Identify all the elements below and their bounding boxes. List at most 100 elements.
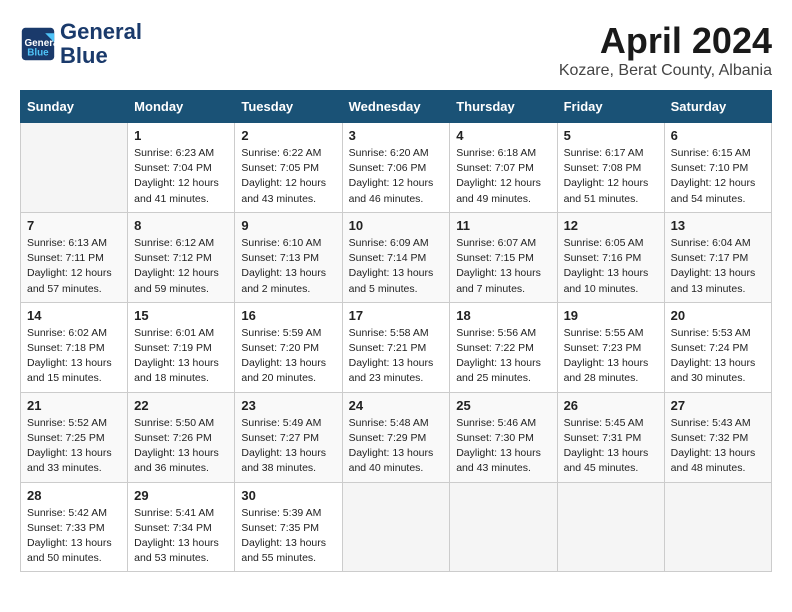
calendar-day-cell: 8 Sunrise: 6:12 AMSunset: 7:12 PMDaylight… (128, 212, 235, 302)
calendar-day-cell: 29 Sunrise: 5:41 AMSunset: 7:34 PMDayligh… (128, 482, 235, 572)
day-number: 24 (349, 398, 444, 413)
day-number: 30 (241, 488, 335, 503)
calendar-day-cell: 10 Sunrise: 6:09 AMSunset: 7:14 PMDayligh… (342, 212, 450, 302)
day-info: Sunrise: 5:43 AMSunset: 7:32 PMDaylight:… (671, 416, 765, 477)
day-number: 15 (134, 308, 228, 323)
page-header: General Blue General Blue April 2024 Koz… (20, 20, 772, 80)
calendar-day-cell: 5 Sunrise: 6:17 AMSunset: 7:08 PMDaylight… (557, 123, 664, 213)
day-info: Sunrise: 5:58 AMSunset: 7:21 PMDaylight:… (349, 326, 444, 387)
calendar-day-cell: 15 Sunrise: 6:01 AMSunset: 7:19 PMDayligh… (128, 302, 235, 392)
month-title: April 2024 (559, 20, 772, 62)
logo-icon: General Blue (20, 26, 56, 62)
day-number: 8 (134, 218, 228, 233)
day-info: Sunrise: 6:17 AMSunset: 7:08 PMDaylight:… (564, 146, 658, 207)
calendar-day-cell: 24 Sunrise: 5:48 AMSunset: 7:29 PMDayligh… (342, 392, 450, 482)
day-number: 10 (349, 218, 444, 233)
calendar-day-cell: 9 Sunrise: 6:10 AMSunset: 7:13 PMDaylight… (235, 212, 342, 302)
day-info: Sunrise: 5:52 AMSunset: 7:25 PMDaylight:… (27, 416, 121, 477)
day-number: 5 (564, 128, 658, 143)
title-area: April 2024 Kozare, Berat County, Albania (559, 20, 772, 80)
day-info: Sunrise: 6:15 AMSunset: 7:10 PMDaylight:… (671, 146, 765, 207)
calendar-table: SundayMondayTuesdayWednesdayThursdayFrid… (20, 90, 772, 572)
calendar-day-cell: 26 Sunrise: 5:45 AMSunset: 7:31 PMDayligh… (557, 392, 664, 482)
day-info: Sunrise: 6:10 AMSunset: 7:13 PMDaylight:… (241, 236, 335, 297)
day-info: Sunrise: 5:55 AMSunset: 7:23 PMDaylight:… (564, 326, 658, 387)
calendar-day-cell: 25 Sunrise: 5:46 AMSunset: 7:30 PMDayligh… (450, 392, 557, 482)
day-info: Sunrise: 6:18 AMSunset: 7:07 PMDaylight:… (456, 146, 550, 207)
calendar-day-cell: 19 Sunrise: 5:55 AMSunset: 7:23 PMDayligh… (557, 302, 664, 392)
day-number: 28 (27, 488, 121, 503)
day-info: Sunrise: 5:53 AMSunset: 7:24 PMDaylight:… (671, 326, 765, 387)
day-number: 29 (134, 488, 228, 503)
calendar-week-row: 28Sunrise: 5:42 AMSunset: 7:33 PMDayligh… (21, 482, 772, 572)
day-number: 13 (671, 218, 765, 233)
day-number: 2 (241, 128, 335, 143)
day-info: Sunrise: 6:01 AMSunset: 7:19 PMDaylight:… (134, 326, 228, 387)
weekday-header-monday: Monday (128, 91, 235, 123)
day-number: 26 (564, 398, 658, 413)
calendar-day-cell: 12 Sunrise: 6:05 AMSunset: 7:16 PMDayligh… (557, 212, 664, 302)
day-number: 21 (27, 398, 121, 413)
day-number: 22 (134, 398, 228, 413)
calendar-week-row: 14 Sunrise: 6:02 AMSunset: 7:18 PMDayligh… (21, 302, 772, 392)
logo: General Blue General Blue (20, 20, 142, 68)
day-number: 3 (349, 128, 444, 143)
calendar-week-row: 21 Sunrise: 5:52 AMSunset: 7:25 PMDayligh… (21, 392, 772, 482)
calendar-day-cell: 7 Sunrise: 6:13 AMSunset: 7:11 PMDaylight… (21, 212, 128, 302)
day-info: Sunrise: 5:50 AMSunset: 7:26 PMDaylight:… (134, 416, 228, 477)
location-title: Kozare, Berat County, Albania (559, 62, 772, 80)
day-info: Sunrise: 6:02 AMSunset: 7:18 PMDaylight:… (27, 326, 121, 387)
day-number: 7 (27, 218, 121, 233)
day-number: 6 (671, 128, 765, 143)
calendar-day-cell: 6 Sunrise: 6:15 AMSunset: 7:10 PMDaylight… (664, 123, 771, 213)
calendar-day-cell: 21 Sunrise: 5:52 AMSunset: 7:25 PMDayligh… (21, 392, 128, 482)
calendar-day-cell: 4 Sunrise: 6:18 AMSunset: 7:07 PMDaylight… (450, 123, 557, 213)
day-number: 23 (241, 398, 335, 413)
day-info: Sunrise: 5:39 AMSunset: 7:35 PMDaylight:… (241, 506, 335, 567)
day-info: Sunrise: 6:23 AMSunset: 7:04 PMDaylight:… (134, 146, 228, 207)
calendar-day-cell: 27Sunrise: 5:43 AMSunset: 7:32 PMDayligh… (664, 392, 771, 482)
empty-day-cell (21, 123, 128, 213)
day-info: Sunrise: 5:48 AMSunset: 7:29 PMDaylight:… (349, 416, 444, 477)
empty-day-cell (450, 482, 557, 572)
weekday-header-saturday: Saturday (664, 91, 771, 123)
empty-day-cell (557, 482, 664, 572)
calendar-day-cell: 13 Sunrise: 6:04 AMSunset: 7:17 PMDayligh… (664, 212, 771, 302)
day-number: 14 (27, 308, 121, 323)
day-number: 19 (564, 308, 658, 323)
day-info: Sunrise: 6:22 AMSunset: 7:05 PMDaylight:… (241, 146, 335, 207)
day-info: Sunrise: 5:59 AMSunset: 7:20 PMDaylight:… (241, 326, 335, 387)
day-info: Sunrise: 5:56 AMSunset: 7:22 PMDaylight:… (456, 326, 550, 387)
day-info: Sunrise: 5:41 AMSunset: 7:34 PMDaylight:… (134, 506, 228, 567)
day-info: Sunrise: 6:04 AMSunset: 7:17 PMDaylight:… (671, 236, 765, 297)
calendar-day-cell: 14 Sunrise: 6:02 AMSunset: 7:18 PMDayligh… (21, 302, 128, 392)
day-info: Sunrise: 5:46 AMSunset: 7:30 PMDaylight:… (456, 416, 550, 477)
day-number: 12 (564, 218, 658, 233)
svg-text:Blue: Blue (27, 48, 49, 59)
calendar-day-cell: 3Sunrise: 6:20 AMSunset: 7:06 PMDaylight… (342, 123, 450, 213)
day-info: Sunrise: 6:05 AMSunset: 7:16 PMDaylight:… (564, 236, 658, 297)
calendar-day-cell: 28Sunrise: 5:42 AMSunset: 7:33 PMDayligh… (21, 482, 128, 572)
weekday-header-wednesday: Wednesday (342, 91, 450, 123)
day-info: Sunrise: 6:09 AMSunset: 7:14 PMDaylight:… (349, 236, 444, 297)
calendar-day-cell: 1Sunrise: 6:23 AMSunset: 7:04 PMDaylight… (128, 123, 235, 213)
calendar-day-cell: 17Sunrise: 5:58 AMSunset: 7:21 PMDayligh… (342, 302, 450, 392)
day-number: 9 (241, 218, 335, 233)
empty-day-cell (342, 482, 450, 572)
day-info: Sunrise: 6:12 AMSunset: 7:12 PMDaylight:… (134, 236, 228, 297)
day-number: 25 (456, 398, 550, 413)
day-number: 18 (456, 308, 550, 323)
weekday-header-tuesday: Tuesday (235, 91, 342, 123)
empty-day-cell (664, 482, 771, 572)
day-info: Sunrise: 6:13 AMSunset: 7:11 PMDaylight:… (27, 236, 121, 297)
day-info: Sunrise: 5:45 AMSunset: 7:31 PMDaylight:… (564, 416, 658, 477)
weekday-header-thursday: Thursday (450, 91, 557, 123)
day-info: Sunrise: 6:07 AMSunset: 7:15 PMDaylight:… (456, 236, 550, 297)
calendar-day-cell: 22 Sunrise: 5:50 AMSunset: 7:26 PMDayligh… (128, 392, 235, 482)
weekday-header-friday: Friday (557, 91, 664, 123)
day-number: 4 (456, 128, 550, 143)
calendar-week-row: 1Sunrise: 6:23 AMSunset: 7:04 PMDaylight… (21, 123, 772, 213)
calendar-day-cell: 2 Sunrise: 6:22 AMSunset: 7:05 PMDaylight… (235, 123, 342, 213)
calendar-day-cell: 20Sunrise: 5:53 AMSunset: 7:24 PMDayligh… (664, 302, 771, 392)
calendar-day-cell: 23Sunrise: 5:49 AMSunset: 7:27 PMDayligh… (235, 392, 342, 482)
